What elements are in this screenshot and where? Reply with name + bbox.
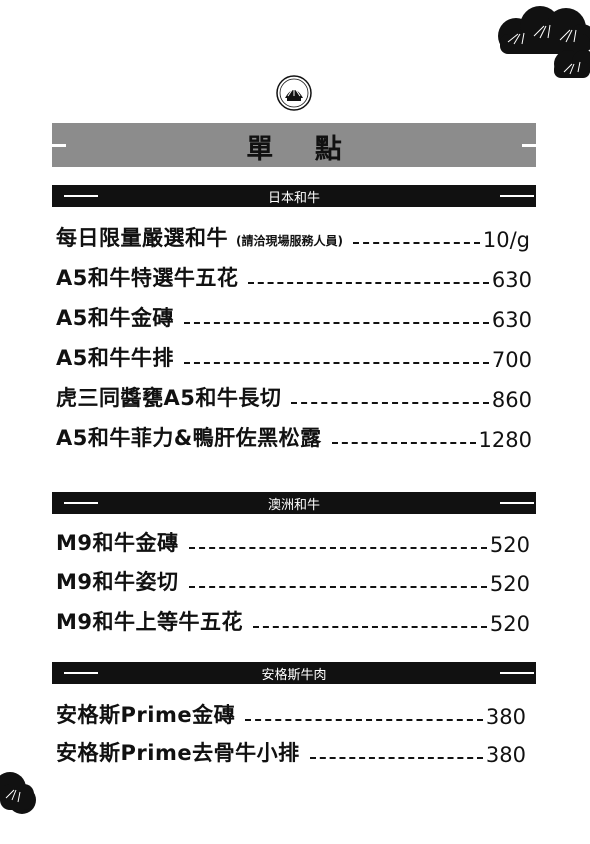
- page-title: 單 點: [246, 134, 358, 165]
- dotted-leader: [309, 757, 483, 759]
- menu-item: M9和牛姿切 520: [56, 566, 530, 596]
- section-header-angus: 安格斯牛肉: [52, 662, 536, 684]
- menu-item: A5和牛金磚 630: [56, 302, 532, 332]
- section-title: 澳洲和牛: [267, 498, 320, 513]
- dotted-leader: [188, 586, 487, 588]
- menu-item: A5和牛特選牛五花 630: [56, 262, 532, 292]
- menu-item-price: 10/g: [482, 228, 530, 252]
- menu-item-price: 630: [491, 308, 532, 332]
- dotted-leader: [352, 242, 480, 244]
- menu-item: 安格斯Prime金磚 380: [56, 699, 526, 729]
- tiger-emblem-icon: [276, 75, 312, 111]
- title-bar: 單 點: [52, 123, 536, 167]
- menu-item: A5和牛菲力&鴨肝佐黑松露 1280: [56, 422, 532, 452]
- menu-item-price: 1280: [478, 428, 532, 452]
- menu-item-price: 380: [485, 743, 526, 767]
- menu-item: 虎三同醬甕A5和牛長切 860: [56, 382, 532, 412]
- menu-item-price: 380: [485, 705, 526, 729]
- menu-item-name: A5和牛牛排: [56, 346, 174, 370]
- dotted-leader: [248, 282, 489, 284]
- menu-item-price: 630: [491, 268, 532, 292]
- menu-item-price: 860: [491, 388, 532, 412]
- menu-item-name: 安格斯Prime去骨牛小排: [56, 741, 300, 765]
- dotted-leader: [331, 442, 476, 444]
- section-header-wagyu-japan: 日本和牛: [52, 185, 536, 207]
- dotted-leader: [183, 362, 489, 364]
- section-header-wagyu-australia: 澳洲和牛: [52, 492, 536, 514]
- menu-item: A5和牛牛排 700: [56, 342, 532, 372]
- dotted-leader: [188, 547, 487, 549]
- menu-item: M9和牛上等牛五花 520: [56, 606, 530, 636]
- dotted-leader: [291, 402, 489, 404]
- menu-item-name: A5和牛金磚: [56, 306, 174, 330]
- menu-item-price: 700: [491, 348, 532, 372]
- menu-page: 單 點 日本和牛 每日限量嚴選和牛 (請洽現場服務人員) 10/g A5和牛特選…: [0, 0, 590, 844]
- cloud-icon: [0, 772, 36, 814]
- menu-item: 安格斯Prime去骨牛小排 380: [56, 737, 526, 767]
- menu-item-price: 520: [489, 572, 530, 596]
- menu-item-name: A5和牛特選牛五花: [56, 266, 239, 290]
- cloud-icon: [498, 6, 590, 78]
- dotted-leader: [183, 322, 489, 324]
- menu-item-name: 每日限量嚴選和牛: [56, 226, 228, 250]
- menu-item: 每日限量嚴選和牛 (請洽現場服務人員) 10/g: [56, 222, 530, 252]
- dotted-leader: [245, 719, 483, 721]
- section-title: 安格斯牛肉: [261, 668, 327, 683]
- menu-item-name: A5和牛菲力&鴨肝佐黑松露: [56, 426, 322, 450]
- menu-item: M9和牛金磚 520: [56, 527, 530, 557]
- menu-item-name: M9和牛金磚: [56, 531, 179, 555]
- menu-item-name: M9和牛上等牛五花: [56, 610, 244, 634]
- menu-item-price: 520: [489, 612, 530, 636]
- menu-item-name: 安格斯Prime金磚: [56, 703, 236, 727]
- menu-item-price: 520: [489, 533, 530, 557]
- dotted-leader: [253, 626, 487, 628]
- menu-item-note: (請洽現場服務人員): [236, 234, 343, 248]
- menu-item-name: 虎三同醬甕A5和牛長切: [56, 386, 282, 410]
- menu-item-name: M9和牛姿切: [56, 570, 179, 594]
- section-title: 日本和牛: [267, 191, 320, 206]
